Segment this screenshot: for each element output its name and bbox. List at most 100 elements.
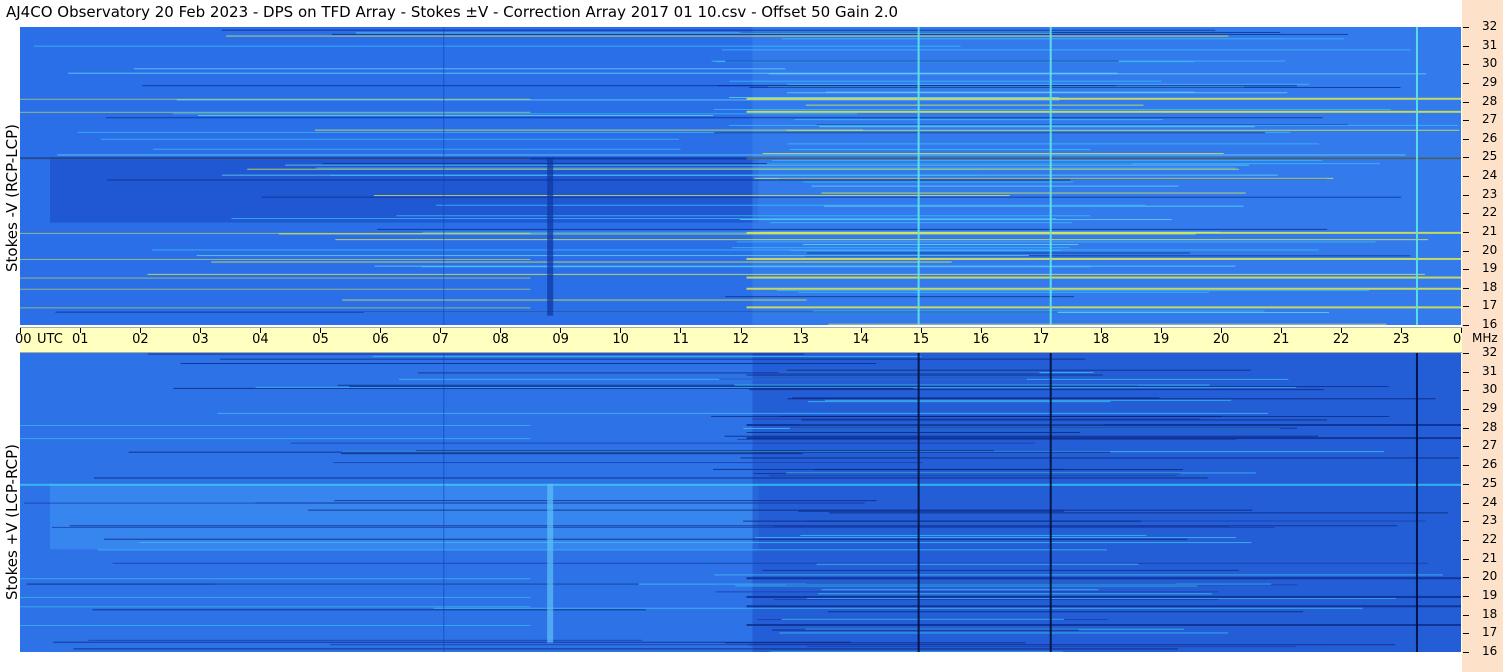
time-tick <box>20 328 21 333</box>
spectral-row <box>729 80 1162 82</box>
time-label: 23 <box>1392 332 1410 347</box>
spectral-row <box>794 119 1163 121</box>
spectral-row <box>787 369 1251 371</box>
time-label: 07 <box>432 332 449 347</box>
spectral-row <box>69 525 1397 527</box>
freq-tick <box>1463 465 1469 467</box>
freq-label-top: 17 <box>1482 298 1498 313</box>
freq-tick <box>1463 194 1469 196</box>
freq-label-bottom: 16 <box>1482 644 1498 658</box>
spectral-row <box>776 290 1369 292</box>
freq-label-bottom: 29 <box>1482 401 1498 416</box>
spectral-row <box>800 534 1147 536</box>
spectral-row <box>220 358 1086 360</box>
spectral-row <box>735 585 1198 587</box>
spectral-row <box>821 589 1099 591</box>
freq-tick <box>1463 427 1469 429</box>
spectral-row <box>88 639 643 641</box>
spectral-row <box>824 399 1232 401</box>
freq-tick <box>1463 64 1469 66</box>
freq-label-bottom: 17 <box>1482 625 1498 640</box>
strong-row <box>746 306 1461 309</box>
spectral-row <box>433 607 1363 609</box>
spectral-row <box>771 629 1079 631</box>
strong-row-early <box>20 258 531 260</box>
spectral-row <box>335 239 1429 241</box>
time-label: 11 <box>672 332 689 347</box>
time-label: 14 <box>852 332 870 347</box>
freq-label-top: 23 <box>1482 186 1498 201</box>
utc-time-axis: 00 UTC 01 02 03 04 05 06 07 08 09 10 11 12 13 14 15 16 17 1… <box>15 327 1470 353</box>
freq-tick <box>1463 250 1469 252</box>
spectral-row <box>725 642 1026 644</box>
spectral-row <box>754 536 1237 538</box>
time-label: 18 <box>1092 332 1110 347</box>
vertical-line <box>1049 353 1052 652</box>
spectral-row <box>743 520 1141 522</box>
spectral-row <box>715 591 1219 593</box>
spectral-row <box>751 418 1201 420</box>
strong-row <box>746 424 1461 427</box>
vertical-column <box>547 157 554 316</box>
spectral-row <box>787 83 1309 85</box>
spectral-row <box>734 384 1210 386</box>
spectral-row <box>828 323 1387 325</box>
page-title: AJ4CO Observatory 20 Feb 2023 - DPS on T… <box>6 3 899 21</box>
time-tick <box>1160 328 1162 333</box>
spectral-row <box>55 311 1058 313</box>
freq-tick <box>1463 633 1469 635</box>
freq-label-bottom: 28 <box>1482 419 1498 434</box>
freq-tick <box>1463 371 1469 373</box>
time-label: 01 <box>72 332 89 347</box>
time-label: 09 <box>552 332 569 347</box>
spectral-row <box>732 247 1070 249</box>
strong-row-early <box>20 438 531 440</box>
vertical-line <box>917 27 920 325</box>
spectral-row <box>713 109 1391 111</box>
freq-tick <box>1463 446 1469 448</box>
freq-label-bottom: 25 <box>1482 475 1498 490</box>
spectral-row <box>781 38 1344 40</box>
spectral-row <box>341 453 803 455</box>
spectral-row <box>798 291 1209 293</box>
freq-tick <box>1463 213 1469 215</box>
spectral-row <box>374 195 1010 197</box>
spectral-row <box>803 181 1074 183</box>
spectral-row <box>231 218 1057 220</box>
spectral-row <box>221 29 1216 31</box>
spectral-row <box>290 442 1035 444</box>
time-label: 20 <box>1212 332 1230 347</box>
spectral-row <box>767 163 1381 165</box>
spectral-row <box>754 177 1334 179</box>
spectral-row <box>97 549 1108 551</box>
strong-row-early <box>20 596 531 598</box>
spectral-row <box>816 563 1139 565</box>
freq-label-bottom: 31 <box>1482 363 1498 378</box>
spectral-row <box>762 569 1239 571</box>
spectral-row <box>217 412 1268 414</box>
strong-row <box>746 437 1461 440</box>
time-label: 06 <box>372 332 389 347</box>
spectral-row <box>713 468 1064 470</box>
spectral-row <box>823 205 1244 207</box>
time-label-utc: UTC <box>37 332 63 347</box>
freq-label-top: 16 <box>1482 317 1498 331</box>
spectral-row <box>774 599 1219 601</box>
spectral-row <box>762 153 1224 155</box>
spectral-row <box>147 353 805 355</box>
freq-tick <box>1463 325 1469 326</box>
freq-tick <box>1463 577 1469 579</box>
spectral-row <box>105 117 1323 119</box>
freq-label-top: 31 <box>1482 37 1498 52</box>
active-region <box>752 27 1461 325</box>
strong-row <box>746 257 1461 260</box>
freq-tick <box>1463 558 1469 560</box>
freq-label-top: 20 <box>1482 242 1498 257</box>
spectral-row <box>334 500 877 502</box>
strong-row <box>746 231 1461 234</box>
spectral-row <box>373 355 922 357</box>
strong-row-early <box>20 288 531 290</box>
freq-tick <box>1463 483 1469 485</box>
time-label: 22 <box>1332 332 1350 347</box>
freq-tick <box>1463 176 1469 177</box>
